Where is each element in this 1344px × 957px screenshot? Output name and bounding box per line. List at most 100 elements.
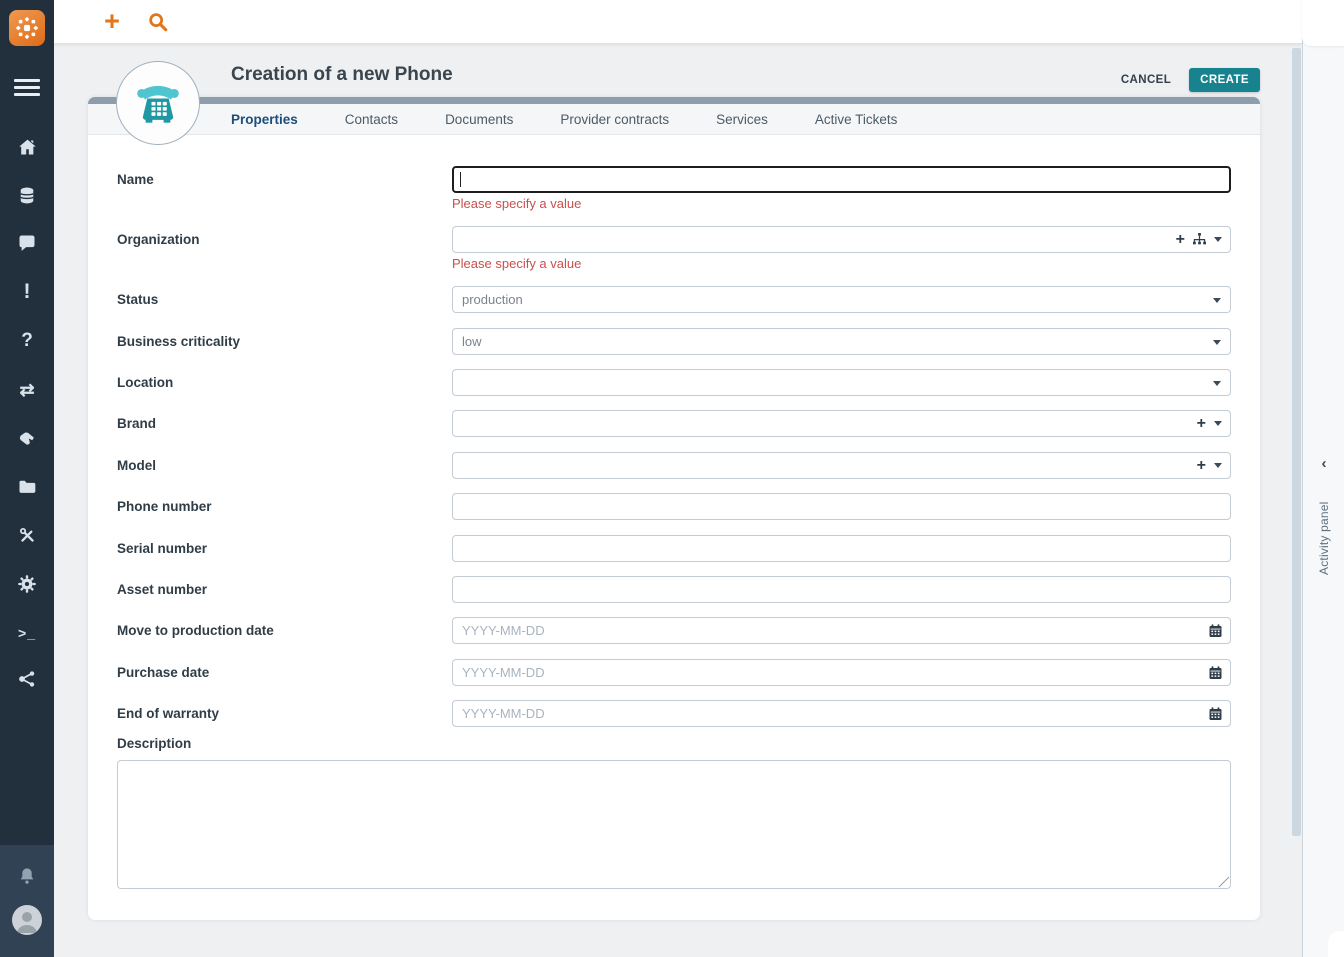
hierarchy-icon[interactable] [1193, 233, 1206, 246]
location-label: Location [117, 375, 174, 390]
tab-documents[interactable]: Documents [445, 112, 513, 127]
phone-number-input[interactable] [452, 493, 1231, 520]
calendar-icon[interactable] [1209, 665, 1222, 680]
app-window: ! ? ⇄ >_ + ‹ Activity panel Creation of … [0, 0, 1344, 957]
comment-icon [19, 235, 35, 251]
caret-down-icon [1213, 298, 1221, 303]
purchase-date-label: Purchase date [117, 665, 210, 680]
transfer-arrows-icon: ⇄ [19, 379, 35, 400]
object-class-medallion [116, 61, 200, 145]
caret-down-icon [1213, 340, 1221, 345]
name-input[interactable] [452, 166, 1231, 193]
model-input[interactable] [452, 452, 1231, 479]
vertical-scrollbar[interactable] [1292, 48, 1301, 836]
plus-icon[interactable]: + [1197, 415, 1206, 432]
create-button[interactable]: CREATE [1189, 68, 1260, 92]
sidebar-item-home[interactable] [0, 132, 54, 162]
activity-panel-collapsed: ‹ Activity panel [1302, 0, 1344, 957]
phone-icon [137, 85, 179, 123]
status-value: production [462, 292, 523, 307]
tab-services[interactable]: Services [716, 112, 768, 127]
asset-number-input[interactable] [452, 576, 1231, 603]
global-search-button[interactable] [147, 11, 171, 35]
tab-active-tickets[interactable]: Active Tickets [815, 112, 898, 127]
sidebar-item-data-exchange[interactable] [0, 664, 54, 694]
user-avatar[interactable] [12, 905, 42, 935]
cancel-button[interactable]: CANCEL [1117, 69, 1175, 91]
caret-down-icon[interactable] [1214, 237, 1222, 242]
sidebar-item-admin-tools[interactable] [0, 520, 54, 550]
description-textarea[interactable] [117, 760, 1231, 889]
top-toolbar: + [54, 0, 1302, 44]
text-cursor [460, 172, 461, 187]
quick-create-button[interactable]: + [98, 4, 126, 38]
sidebar-item-console[interactable]: >_ [0, 618, 54, 648]
name-label: Name [117, 172, 154, 187]
business-criticality-select[interactable]: low [452, 328, 1231, 355]
tab-bar: Properties Contacts Documents Provider c… [88, 104, 1260, 135]
organization-input[interactable] [452, 226, 1231, 253]
caret-down-icon[interactable] [1214, 463, 1222, 468]
sidebar-item-data[interactable] [0, 180, 54, 210]
gear-icon [18, 575, 36, 593]
exclamation-icon: ! [23, 280, 31, 303]
tab-provider-contracts[interactable]: Provider contracts [560, 112, 669, 127]
status-select[interactable]: production [452, 286, 1231, 313]
notifications-button[interactable] [0, 861, 54, 891]
activity-panel-label[interactable]: Activity panel [1303, 478, 1344, 598]
plus-icon[interactable]: + [1176, 231, 1185, 248]
share-nodes-icon [19, 671, 35, 687]
form-row-description [117, 760, 1231, 889]
calendar-icon[interactable] [1209, 623, 1222, 638]
sidebar-item-incidents[interactable]: ! [0, 277, 54, 307]
hamburger-icon [14, 78, 40, 82]
tab-properties[interactable]: Properties [231, 112, 298, 127]
end-of-warranty-label: End of warranty [117, 706, 220, 721]
location-select[interactable] [452, 369, 1231, 396]
purchase-date-input[interactable] [452, 659, 1231, 686]
business-criticality-label: Business criticality [117, 334, 241, 349]
model-label: Model [117, 458, 156, 473]
serial-number-label: Serial number [117, 541, 208, 556]
form-row-description-label: Description [117, 736, 1231, 756]
home-icon [18, 139, 36, 154]
sidebar-item-problems[interactable]: ? [0, 326, 54, 356]
question-icon: ? [21, 330, 33, 351]
organization-label: Organization [117, 232, 200, 247]
activity-panel-expand-button[interactable]: ‹ [1303, 452, 1344, 474]
search-icon [149, 13, 168, 32]
header-actions: CANCEL CREATE [1117, 68, 1260, 92]
brand-input[interactable] [452, 410, 1231, 437]
move-to-production-date-input[interactable] [452, 617, 1231, 644]
sidebar-item-requests[interactable] [0, 228, 54, 258]
tab-contacts[interactable]: Contacts [345, 112, 398, 127]
form-row-organization: Organization + Please specify a value [117, 226, 1231, 286]
sidebar-item-configuration[interactable] [0, 569, 54, 599]
business-criticality-value: low [462, 334, 482, 349]
plus-icon[interactable]: + [1197, 457, 1206, 474]
asset-number-label: Asset number [117, 582, 208, 597]
caret-down-icon [1213, 381, 1221, 386]
brand-label: Brand [117, 416, 157, 431]
activity-panel-header [1302, 0, 1344, 46]
caret-down-icon[interactable] [1214, 421, 1222, 426]
serial-number-input[interactable] [452, 535, 1231, 562]
end-of-warranty-input[interactable] [452, 700, 1231, 727]
itop-logo-icon [15, 16, 39, 40]
sidebar: ! ? ⇄ >_ [0, 0, 54, 957]
itop-logo[interactable] [9, 10, 45, 46]
sidebar-item-services[interactable] [0, 424, 54, 454]
calendar-icon[interactable] [1209, 706, 1222, 721]
sidebar-item-changes[interactable]: ⇄ [0, 375, 54, 405]
menu-toggle-button[interactable] [0, 72, 54, 102]
object-creation-card: Properties Contacts Documents Provider c… [88, 97, 1260, 920]
sidebar-item-documents[interactable] [0, 472, 54, 502]
page-title: Creation of a new Phone [231, 64, 453, 85]
tools-icon [19, 527, 34, 542]
chevron-left-icon: ‹ [1321, 454, 1327, 472]
form-row-name: Name Please specify a value [117, 166, 1231, 226]
folder-icon [19, 480, 36, 493]
name-error: Please specify a value [452, 196, 582, 211]
terminal-icon: >_ [18, 625, 36, 641]
hand-holding-icon [19, 432, 34, 445]
